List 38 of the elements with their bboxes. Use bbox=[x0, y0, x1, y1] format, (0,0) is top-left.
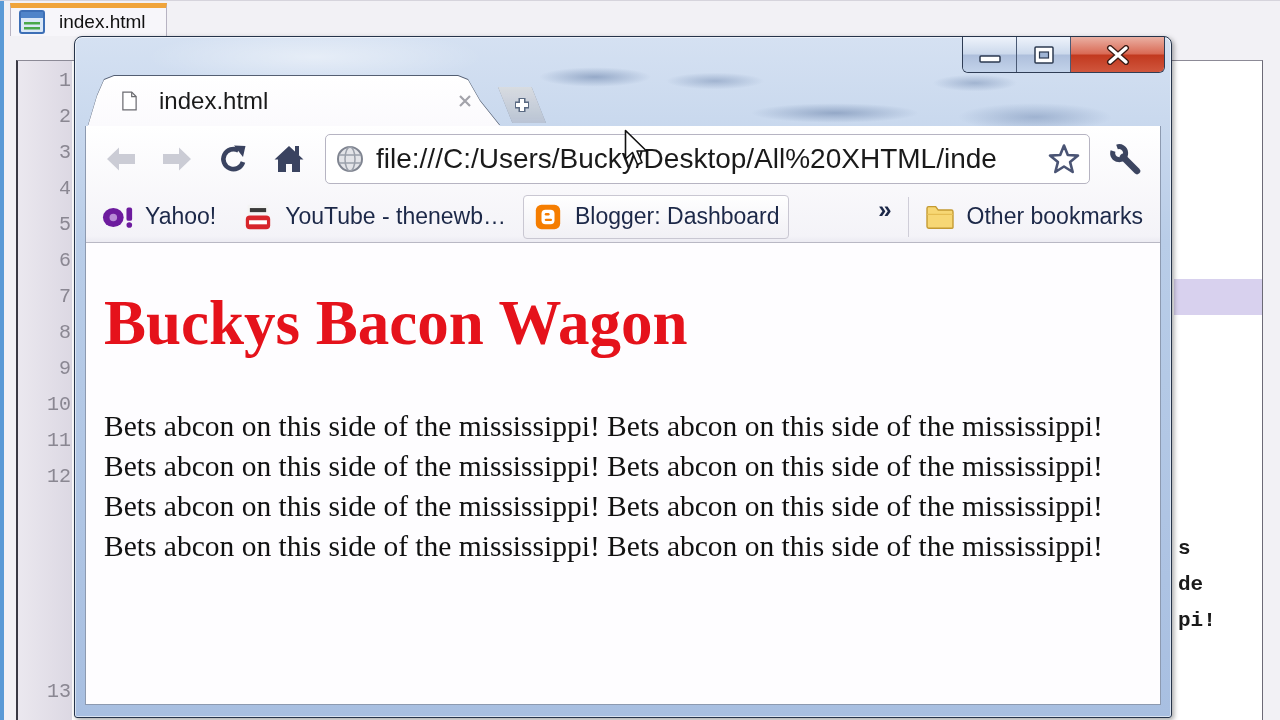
code-text: s bbox=[1178, 536, 1191, 562]
minimize-button[interactable] bbox=[963, 37, 1017, 72]
other-bookmarks-button[interactable]: Other bookmarks bbox=[914, 194, 1152, 239]
bookmark-button[interactable]: YouTube - thenewb… bbox=[233, 194, 515, 239]
bookmark-button[interactable]: Yahoo! bbox=[93, 194, 226, 239]
close-icon bbox=[1105, 44, 1130, 65]
line-number: 6 bbox=[59, 248, 71, 274]
bookmarks-overflow-button[interactable]: » bbox=[872, 195, 898, 224]
line-number: 10 bbox=[47, 392, 71, 418]
line-number: 5 bbox=[59, 212, 71, 238]
plus-icon bbox=[512, 95, 532, 115]
line-number: 11 bbox=[47, 428, 71, 454]
wrench-icon[interactable] bbox=[1108, 141, 1142, 176]
minimize-icon bbox=[978, 54, 1001, 63]
line-number: 4 bbox=[59, 176, 71, 202]
close-button[interactable] bbox=[1071, 37, 1164, 72]
globe-icon bbox=[336, 144, 364, 173]
file-icon bbox=[19, 10, 45, 34]
star-icon[interactable] bbox=[1048, 142, 1080, 175]
editor-tab[interactable]: index.html bbox=[10, 3, 167, 36]
code-text: pi! bbox=[1178, 608, 1216, 634]
page-heading: Buckys Bacon Wagon bbox=[104, 287, 688, 360]
line-number: 7 bbox=[59, 284, 71, 310]
line-number: 8 bbox=[59, 320, 71, 346]
page-icon bbox=[122, 91, 137, 111]
browser-tab[interactable]: index.html bbox=[88, 76, 500, 126]
maximize-icon bbox=[1033, 45, 1054, 64]
page-paragraph: Bets abcon on this side of the mississippi! Bets abcon on this side of the mississippi! Bets abcon on this side of the mississippi! Bets abcon on this side of the mississippi! Bets abcon on this side of the mississippi! Bets abcon on this side of the mississippi! Bets abcon on this side of the mississippi! Bets abcon on this side of the mississippi! bbox=[104, 409, 1104, 564]
code-text: de bbox=[1178, 572, 1204, 598]
line-number: 1 bbox=[59, 68, 71, 94]
folder-icon bbox=[923, 203, 956, 230]
bookmark-button[interactable]: Blogger: Dashboard bbox=[523, 194, 789, 239]
line-number: 12 bbox=[47, 464, 71, 490]
line-number: 9 bbox=[59, 356, 71, 382]
line-number: 3 bbox=[59, 140, 71, 166]
line-number: 2 bbox=[59, 104, 71, 130]
line-number: 13 bbox=[47, 679, 71, 705]
maximize-button[interactable] bbox=[1017, 37, 1071, 72]
